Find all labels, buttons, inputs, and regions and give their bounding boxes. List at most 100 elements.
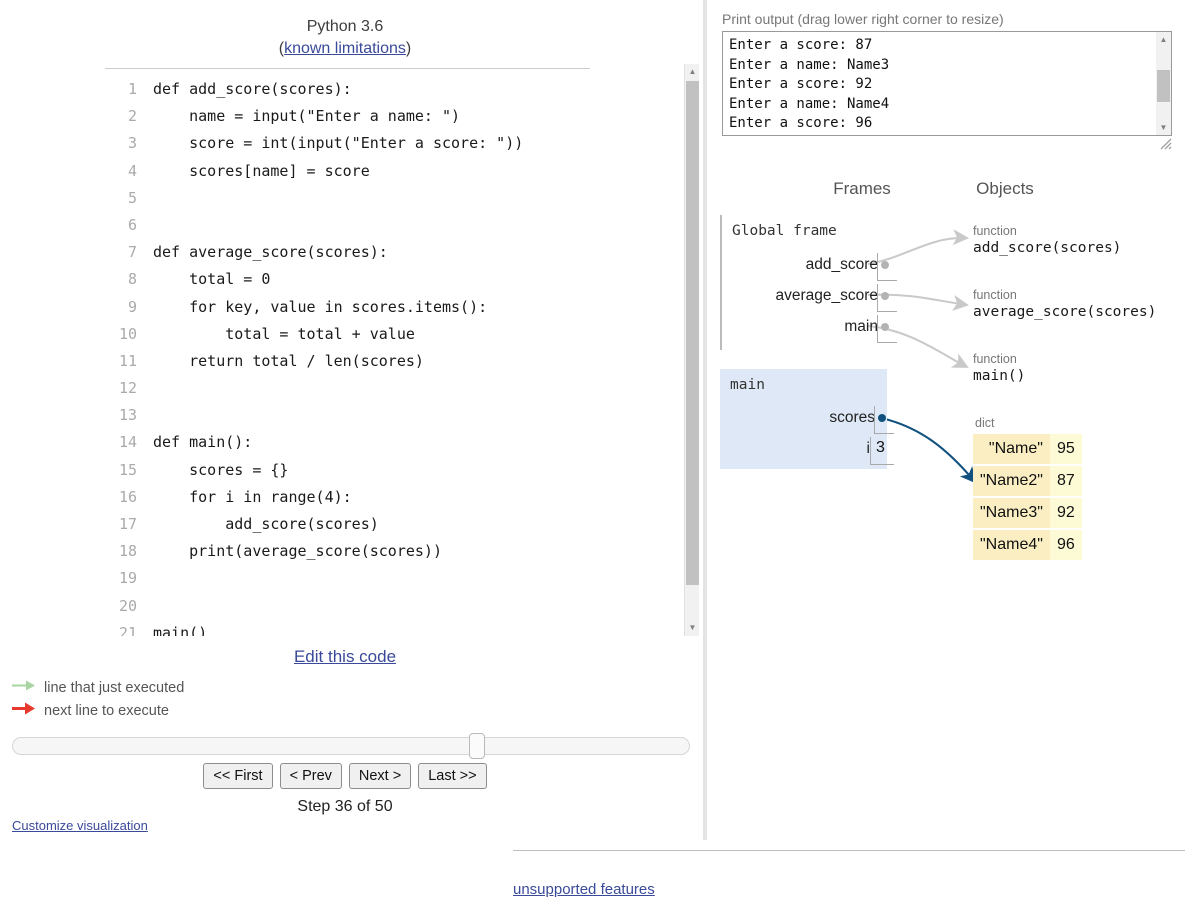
code-line[interactable]: 4 scores[name] = score [105, 158, 690, 185]
known-limitations-line: (known limitations) [0, 38, 690, 60]
code-line[interactable]: 3 score = int(input("Enter a score: ")) [105, 130, 690, 157]
step-controls: << First < Prev Next > Last >> [0, 763, 690, 789]
code-line-text: scores[name] = score [153, 161, 370, 180]
pointer-dot-icon [878, 414, 886, 422]
python-tutor-visualizer: Python 3.6 (known limitations) 1 def add_… [0, 0, 1185, 909]
main-var-scores-label: scores [829, 409, 875, 426]
code-line[interactable]: 15 scores = {} [105, 457, 690, 484]
main-var-scores: scores [720, 406, 894, 437]
code-line[interactable]: 11 return total / len(scores) [105, 348, 690, 375]
objects-column-header: Objects [976, 179, 1034, 198]
code-line-text: total = 0 [153, 270, 271, 289]
global-var-average_score-slot [877, 284, 897, 312]
scroll-down-icon[interactable]: ▼ [685, 620, 700, 636]
dict-value: 95 [1049, 434, 1082, 464]
code-line[interactable]: 5 [105, 185, 690, 212]
code-pane: Python 3.6 (known limitations) 1 def add_… [0, 0, 705, 909]
frames-column-header: Frames [833, 179, 891, 198]
code-line-text: print(average_score(scores)) [153, 542, 442, 561]
code-line-number: 1 [127, 80, 137, 98]
step-slider-track[interactable] [12, 737, 690, 755]
step-counter: Step 36 of 50 [297, 798, 393, 815]
code-line-text: add_score(scores) [153, 515, 379, 533]
dict-key: "Name2" [973, 466, 1050, 496]
code-line[interactable]: 7 def average_score(scores): [105, 239, 690, 266]
global-frame: Global frame add_score average_score mai… [720, 215, 897, 350]
code-line-number: 3 [127, 134, 137, 153]
code-line[interactable]: 9 for key, value in scores.items(): [105, 294, 690, 321]
global-var-add_score: add_score [720, 253, 897, 284]
main-var-scores-slot [874, 406, 894, 434]
code-listing: 1 def add_score(scores): 2 name = input("E… [105, 76, 690, 636]
code-line[interactable]: 16 for i in range(4): [105, 484, 690, 511]
code-line-number: 6 [127, 215, 137, 234]
code-line[interactable]: 18 print(average_score(scores)) [105, 538, 690, 565]
main-var-i-value: 3 [876, 439, 885, 456]
code-line-text: def add_score(scores): [153, 80, 352, 98]
code-line[interactable]: 14 def main(): [105, 429, 690, 456]
code-scrollbar[interactable]: ▲ ▼ [684, 64, 699, 636]
main-var-i-value-slot: 3 [870, 437, 894, 465]
code-line-number: 19 [118, 569, 137, 588]
code-line[interactable]: 6 [105, 212, 690, 239]
code-line[interactable]: 2 name = input("Enter a name: ") [105, 103, 690, 130]
stdout-scrollbar-thumb[interactable] [1157, 70, 1170, 102]
code-line[interactable]: 13 [105, 402, 690, 429]
customize-visualization-link[interactable]: Customize visualization [12, 818, 148, 833]
code-line-text: score = int(input("Enter a score: ")) [153, 134, 524, 153]
code-line[interactable]: 10 total = total + value [105, 321, 690, 348]
resize-grip-icon[interactable] [1160, 138, 1172, 150]
code-line[interactable]: 17 add_score(scores) [105, 511, 690, 538]
dict-key: "Name" [973, 434, 1050, 464]
object-dict-scores: dict "Name" 95 "Name2" 87 "Name3" 92 "Name4" 96 [973, 416, 1082, 562]
stdout-scroll-up-icon[interactable]: ▲ [1156, 32, 1171, 47]
dict-type-label: dict [975, 416, 995, 430]
code-line[interactable]: 21 main() [105, 620, 690, 636]
pointer-dot-icon [881, 261, 889, 269]
code-line-text: total = total + value [153, 324, 415, 343]
code-line-number: 13 [118, 406, 137, 425]
code-line-text: name = input("Enter a name: ") [153, 107, 461, 126]
code-line-number: 9 [127, 297, 137, 316]
code-line[interactable]: 19 [105, 565, 690, 592]
scroll-up-icon[interactable]: ▲ [685, 64, 700, 80]
code-line-number: 7 [127, 243, 137, 262]
print-output-box[interactable]: Enter a score: 87 Enter a name: Name3 En… [722, 31, 1172, 136]
code-line[interactable]: 1 def add_score(scores): [105, 76, 690, 103]
code-line-number: 10 [118, 324, 137, 343]
unsupported-features-link[interactable]: unsupported features [513, 881, 655, 898]
known-limitations-link[interactable]: known limitations [284, 40, 406, 57]
green-arrow-icon [12, 678, 36, 698]
object-name-label: add_score(scores) [973, 240, 1122, 256]
object-type-label: function [973, 288, 1017, 302]
global-var-add_score-label: add_score [805, 256, 878, 273]
last-button[interactable]: Last >> [418, 763, 487, 789]
visualization-pane: Print output (drag lower right corner to… [705, 0, 1185, 909]
print-output-scrollbar[interactable]: ▲ ▼ [1156, 32, 1171, 135]
code-line-number: 17 [118, 515, 137, 533]
code-line[interactable]: 12 [105, 375, 690, 402]
edit-this-code-link[interactable]: Edit this code [294, 647, 396, 666]
print-output-text: Enter a score: 87 Enter a name: Name3 En… [729, 37, 890, 131]
object-type-label: function [973, 224, 1017, 238]
object-function-average_score: function average_score(scores) [973, 288, 1156, 322]
global-var-main: main [720, 315, 897, 346]
code-line[interactable]: 20 [105, 593, 690, 620]
dict-row: "Name2" 87 [973, 466, 1082, 496]
first-button[interactable]: << First [203, 763, 273, 789]
code-line[interactable]: 8 total = 0 [105, 266, 690, 293]
step-slider-handle[interactable] [469, 733, 485, 759]
code-scrollbar-thumb[interactable] [686, 81, 699, 585]
code-line-number: 5 [127, 188, 137, 207]
code-line-text: for i in range(4): [153, 487, 352, 506]
prev-button[interactable]: < Prev [279, 763, 342, 789]
dict-key: "Name4" [973, 530, 1050, 560]
object-type-label: function [973, 352, 1017, 366]
stdout-scroll-down-icon[interactable]: ▼ [1156, 120, 1171, 135]
dict-key: "Name3" [973, 498, 1050, 528]
dict-row: "Name4" 96 [973, 530, 1082, 560]
code-line-number: 20 [118, 596, 137, 615]
code-line-number: 21 [118, 623, 137, 636]
next-button[interactable]: Next > [348, 763, 412, 789]
global-var-average_score-label: average_score [775, 287, 878, 304]
